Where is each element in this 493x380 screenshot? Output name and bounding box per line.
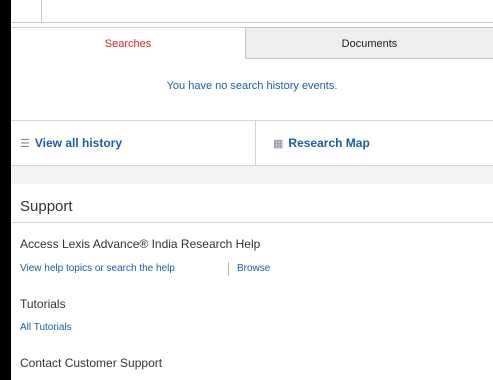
history-support-panel: Searches Documents You have no search hi… (11, 0, 493, 380)
research-map-icon: ▦ (273, 138, 284, 150)
view-all-history-link[interactable]: ☰ View all history (20, 121, 122, 165)
action-separator (255, 121, 256, 165)
window-frame: Searches Documents You have no search hi… (0, 0, 493, 380)
tab-documents[interactable]: Documents (245, 27, 493, 59)
history-actions: ☰ View all history ▦ Research Map (11, 121, 493, 165)
history-tabs: Searches Documents (11, 27, 493, 59)
divider (11, 222, 493, 223)
empty-history-message: You have no search history events. (166, 80, 338, 92)
top-strip (11, 0, 493, 23)
tutorials-title: Tutorials (20, 297, 66, 311)
help-title: Access Lexis Advance® India Research Hel… (20, 237, 261, 251)
all-tutorials-link[interactable]: All Tutorials (20, 322, 72, 333)
research-map-link[interactable]: ▦ Research Map (273, 121, 370, 165)
tab-searches[interactable]: Searches (11, 27, 245, 59)
link-separator (228, 262, 229, 276)
research-map-label: Research Map (288, 136, 370, 150)
section-gap (11, 166, 493, 184)
view-all-history-label: View all history (34, 136, 123, 150)
view-help-topics-link[interactable]: View help topics or search the help (20, 263, 175, 274)
list-icon: ☰ (20, 138, 30, 150)
support-heading: Support (20, 198, 73, 215)
top-strip-segment (11, 0, 42, 22)
browse-link[interactable]: Browse (237, 263, 270, 274)
contact-support-title: Contact Customer Support (20, 356, 163, 370)
